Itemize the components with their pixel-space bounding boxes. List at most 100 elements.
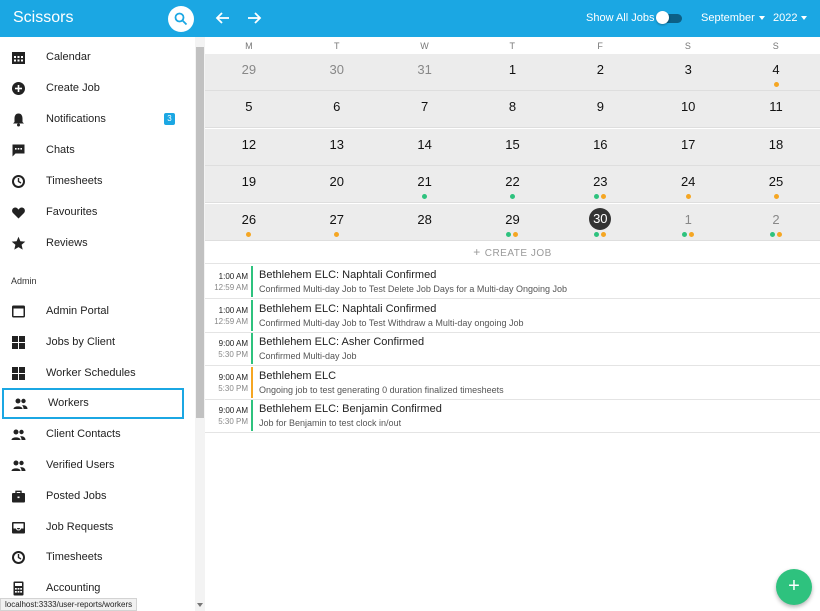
job-end-time: 12:59 AM	[214, 316, 248, 326]
year-dropdown[interactable]: 2022	[773, 12, 808, 24]
sidebar-item-label: Jobs by Client	[46, 336, 116, 348]
sidebar-item-job-requests[interactable]: Job Requests	[0, 512, 195, 543]
day-cell[interactable]: 26	[205, 204, 293, 241]
orange-job-dot	[689, 231, 695, 237]
orange-job-dot	[601, 231, 607, 237]
sidebar-item-favourites[interactable]: Favourites	[0, 197, 195, 228]
notification-count-badge: 3	[164, 113, 175, 125]
day-cell[interactable]: 16	[556, 129, 644, 166]
inbox-icon	[12, 522, 25, 534]
sidebar-item-posted-jobs[interactable]: Posted Jobs	[0, 481, 195, 512]
day-cell[interactable]: 21	[381, 166, 469, 203]
day-cell[interactable]: 1	[644, 204, 732, 241]
day-cell[interactable]: 20	[293, 166, 381, 203]
day-cell[interactable]: 18	[732, 129, 820, 166]
create-job-button[interactable]: + CREATE JOB	[205, 241, 820, 264]
orange-job-dot	[246, 231, 252, 237]
back-arrow-icon[interactable]	[215, 10, 231, 26]
sidebar-item-worker-schedules[interactable]: Worker Schedules	[0, 358, 195, 389]
day-cell[interactable]: 19	[205, 166, 293, 203]
sidebar-item-chats[interactable]: Chats	[0, 135, 195, 166]
day-cell[interactable]: 30	[293, 54, 381, 91]
day-cell-today[interactable]: 30	[556, 204, 644, 241]
day-cell[interactable]: 6	[293, 91, 381, 128]
day-cell[interactable]: 28	[381, 204, 469, 241]
sidebar-item-jobs-by-client[interactable]: Jobs by Client	[0, 327, 195, 358]
day-number: 25	[768, 174, 784, 190]
day-number: 4	[772, 62, 780, 77]
sidebar-item-verified-users[interactable]: Verified Users	[0, 450, 195, 481]
job-list-item[interactable]: 1:00 AM 12:59 AM Bethlehem ELC: Naphtali C…	[205, 265, 820, 299]
sidebar-item-label: Create Job	[46, 82, 100, 94]
job-indicator-dots	[469, 231, 557, 237]
sidebar-item-timesheets[interactable]: Timesheets	[0, 166, 195, 197]
day-cell[interactable]: 10	[644, 91, 732, 128]
day-cell[interactable]: 17	[644, 129, 732, 166]
add-fab-button[interactable]: +	[776, 569, 812, 605]
scrollbar-thumb[interactable]	[196, 47, 204, 418]
scroll-down-arrow-icon[interactable]	[196, 601, 204, 609]
day-cell[interactable]: 29	[469, 204, 557, 241]
day-cell[interactable]: 29	[205, 54, 293, 91]
job-start-time: 9:00 AM	[218, 406, 248, 416]
day-cell[interactable]: 24	[644, 166, 732, 203]
sidebar-item-notifications[interactable]: Notifications 3	[0, 104, 195, 135]
sidebar-item-admin-portal[interactable]: Admin Portal	[0, 296, 195, 327]
day-number: 16	[593, 136, 608, 152]
job-list-item[interactable]: 9:00 AM 5:30 PM Bethlehem ELC: Asher Confi…	[205, 332, 820, 367]
calculator-icon	[13, 581, 24, 596]
search-button[interactable]	[168, 6, 194, 32]
day-cell[interactable]: 12	[205, 129, 293, 166]
sidebar-item-calendar[interactable]: Calendar	[0, 42, 195, 73]
job-title: Bethlehem ELC: Naphtali Confirmed	[259, 302, 437, 315]
people-icon	[11, 460, 26, 471]
day-cell[interactable]: 9	[556, 91, 644, 128]
week-row: 5 6 7 8 9 10 11	[205, 91, 820, 129]
sidebar-item-admin-timesheets[interactable]: Timesheets	[0, 542, 195, 573]
sidebar-item-label: Verified Users	[46, 459, 115, 471]
job-indicator-dots	[381, 194, 469, 200]
day-cell[interactable]: 27	[293, 204, 381, 241]
day-cell[interactable]: 4	[732, 54, 820, 91]
day-cell[interactable]: 8	[469, 91, 557, 128]
day-cell[interactable]: 13	[293, 129, 381, 166]
day-cell[interactable]: 31	[381, 54, 469, 91]
day-cell[interactable]: 3	[644, 54, 732, 91]
day-cell[interactable]: 11	[732, 91, 820, 128]
top-bar: Scissors Show All Jobs September 2022	[0, 0, 820, 37]
day-cell[interactable]: 5	[205, 91, 293, 128]
sidebar-item-workers[interactable]: Workers	[2, 388, 184, 419]
sidebar-item-client-contacts[interactable]: Client Contacts	[0, 419, 195, 450]
day-cell[interactable]: 15	[469, 129, 557, 166]
green-job-dot	[506, 231, 512, 237]
sidebar-item-reviews[interactable]: Reviews	[0, 228, 195, 259]
month-dropdown[interactable]: September	[701, 12, 765, 24]
people-icon	[11, 429, 26, 440]
sidebar-item-label: Admin Portal	[46, 305, 109, 317]
day-cell[interactable]: 2	[556, 54, 644, 91]
job-list-item[interactable]: 9:00 AM 5:30 PM Bethlehem ELC: Benjamin Co…	[205, 399, 820, 434]
job-list-item[interactable]: 9:00 AM 5:30 PM Bethlehem ELC Ongoing job t…	[205, 366, 820, 400]
job-end-time: 5:30 PM	[218, 417, 248, 427]
week-row: 26 27 28 29 30 1 2	[205, 203, 820, 241]
day-cell[interactable]: 22	[469, 166, 557, 203]
day-cell[interactable]: 1	[469, 54, 557, 91]
orange-job-dot	[773, 194, 779, 200]
month-value: September	[701, 12, 755, 24]
show-all-jobs-toggle[interactable]	[656, 11, 682, 24]
sidebar-item-label: Timesheets	[46, 175, 103, 187]
sidebar-item-create-job[interactable]: Create Job	[0, 73, 195, 104]
sidebar-scrollbar[interactable]	[195, 37, 205, 611]
day-cell[interactable]: 14	[381, 129, 469, 166]
day-cell[interactable]: 23	[556, 166, 644, 203]
day-cell[interactable]: 25	[732, 166, 820, 203]
weekday-label: F	[597, 41, 603, 51]
day-number: 30	[589, 207, 612, 230]
job-list-item[interactable]: 1:00 AM 12:59 AM Bethlehem ELC: Naphtali C…	[205, 299, 820, 333]
weekday-label: S	[772, 41, 779, 51]
forward-arrow-icon[interactable]	[246, 10, 262, 26]
day-cell[interactable]: 2	[732, 204, 820, 241]
day-number: 1	[684, 211, 692, 227]
day-cell[interactable]: 7	[381, 91, 469, 128]
weekday-header: M T W T F S S	[205, 37, 820, 54]
